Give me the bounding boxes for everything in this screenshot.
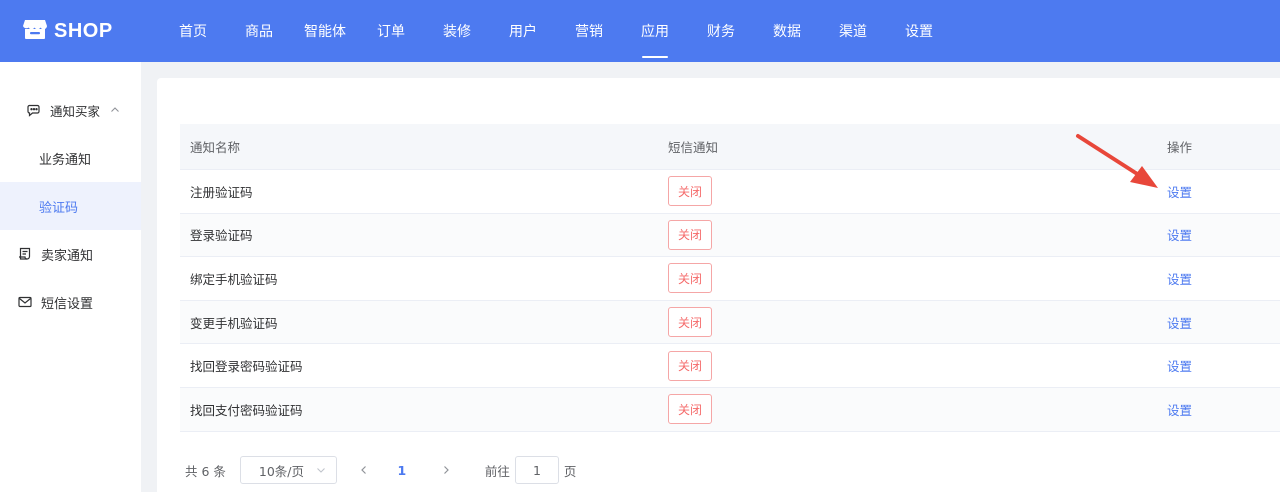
settings-link[interactable]: 设置: [1167, 403, 1192, 418]
column-header-sms: 短信通知: [668, 140, 719, 155]
sms-toggle-button[interactable]: 关闭: [668, 263, 712, 294]
goto-page-input[interactable]: 1: [514, 456, 559, 484]
nav-item-channels[interactable]: 渠道: [820, 0, 886, 62]
nav-item-decoration[interactable]: 装修: [424, 0, 490, 62]
page-size-select[interactable]: 10条/页: [239, 456, 337, 484]
table-row: 登录验证码 关闭 设置: [180, 213, 1280, 258]
sms-toggle-button[interactable]: 关闭: [668, 176, 712, 207]
chevron-up-icon: [110, 105, 120, 115]
nav-item-users[interactable]: 用户: [490, 0, 556, 62]
sms-toggle-button[interactable]: 关闭: [668, 350, 712, 381]
top-nav-bar: SHOP 首页 商品 智能体 订单 装修 用户 营销 应用 财务 数据 渠道 设…: [0, 0, 1280, 62]
table-row: 找回支付密码验证码 关闭 设置: [180, 387, 1280, 432]
notification-name: 找回登录密码验证码: [190, 359, 303, 375]
nav-item-apps[interactable]: 应用: [622, 0, 688, 62]
envelope-icon: [17, 294, 33, 310]
notification-name: 注册验证码: [190, 184, 253, 200]
page-size-value: 10条/页: [258, 463, 305, 479]
sidebar-item-label: 卖家通知: [41, 248, 94, 264]
column-header-action: 操作: [1167, 140, 1193, 155]
chevron-left-icon: [359, 463, 369, 478]
goto-page: 前往 1 页: [484, 456, 577, 484]
notification-name: 绑定手机验证码: [190, 271, 278, 287]
nav-item-data[interactable]: 数据: [754, 0, 820, 62]
main-nav: 首页 商品 智能体 订单 装修 用户 营销 应用 财务 数据 渠道 设置: [160, 0, 952, 62]
notification-name: 登录验证码: [190, 228, 253, 244]
table-row: 绑定手机验证码 关闭 设置: [180, 257, 1280, 301]
nav-item-agent[interactable]: 智能体: [292, 0, 358, 62]
sidebar-group-label: 通知买家: [50, 103, 101, 119]
sms-toggle-button[interactable]: 关闭: [668, 394, 712, 425]
settings-link[interactable]: 设置: [1167, 359, 1192, 374]
nav-item-orders[interactable]: 订单: [358, 0, 424, 62]
notification-name: 找回支付密码验证码: [190, 402, 303, 418]
pagination: 共 6 条 10条/页 1 前往 1 页: [185, 456, 576, 484]
chevron-down-icon: [316, 463, 326, 478]
sidebar: 通知买家 业务通知 验证码 卖家通知 短信设置: [0, 62, 141, 492]
settings-link[interactable]: 设置: [1167, 316, 1192, 331]
page-number-current[interactable]: 1: [385, 456, 419, 484]
sms-toggle-button[interactable]: 关闭: [668, 219, 712, 250]
nav-item-home[interactable]: 首页: [160, 0, 226, 62]
pagination-total: 共 6 条: [185, 463, 226, 479]
brand-name: SHOP: [54, 19, 113, 42]
table-row: 找回登录密码验证码 关闭 设置: [180, 344, 1280, 388]
settings-link[interactable]: 设置: [1167, 185, 1192, 200]
store-icon: [22, 16, 48, 46]
next-page-button[interactable]: [429, 456, 463, 484]
sidebar-group-notify-buyer[interactable]: 通知买家: [0, 86, 141, 134]
content-panel: 通知名称 短信通知 操作 注册验证码 关闭 设置 登录验证码 关闭 设置 绑定手…: [157, 78, 1280, 492]
brand-logo[interactable]: SHOP: [22, 16, 160, 46]
prev-page-button[interactable]: [347, 456, 381, 484]
receipt-icon: [17, 246, 33, 262]
table-row: 变更手机验证码 关闭 设置: [180, 300, 1280, 345]
nav-item-marketing[interactable]: 营销: [556, 0, 622, 62]
table-row: 注册验证码 关闭 设置: [180, 170, 1280, 214]
chevron-right-icon: [441, 463, 451, 478]
table-header: 通知名称 短信通知 操作: [180, 124, 1280, 170]
sidebar-item-sms-settings[interactable]: 短信设置: [0, 278, 141, 326]
notification-name: 变更手机验证码: [190, 315, 278, 331]
settings-link[interactable]: 设置: [1167, 272, 1192, 287]
nav-item-finance[interactable]: 财务: [688, 0, 754, 62]
goto-suffix: 页: [563, 463, 577, 479]
sidebar-item-business-notify[interactable]: 业务通知: [0, 134, 141, 182]
chat-bubble-icon: [26, 102, 42, 118]
notification-table: 通知名称 短信通知 操作 注册验证码 关闭 设置 登录验证码 关闭 设置 绑定手…: [180, 124, 1280, 432]
sms-toggle-button[interactable]: 关闭: [668, 307, 712, 338]
sidebar-item-seller-notify[interactable]: 卖家通知: [0, 230, 141, 278]
sidebar-item-verification-code[interactable]: 验证码: [0, 182, 141, 230]
settings-link[interactable]: 设置: [1167, 228, 1192, 243]
nav-item-settings[interactable]: 设置: [886, 0, 952, 62]
column-header-name: 通知名称: [190, 140, 241, 155]
nav-item-goods[interactable]: 商品: [226, 0, 292, 62]
goto-prefix: 前往: [484, 463, 510, 479]
sidebar-item-label: 短信设置: [41, 296, 94, 312]
